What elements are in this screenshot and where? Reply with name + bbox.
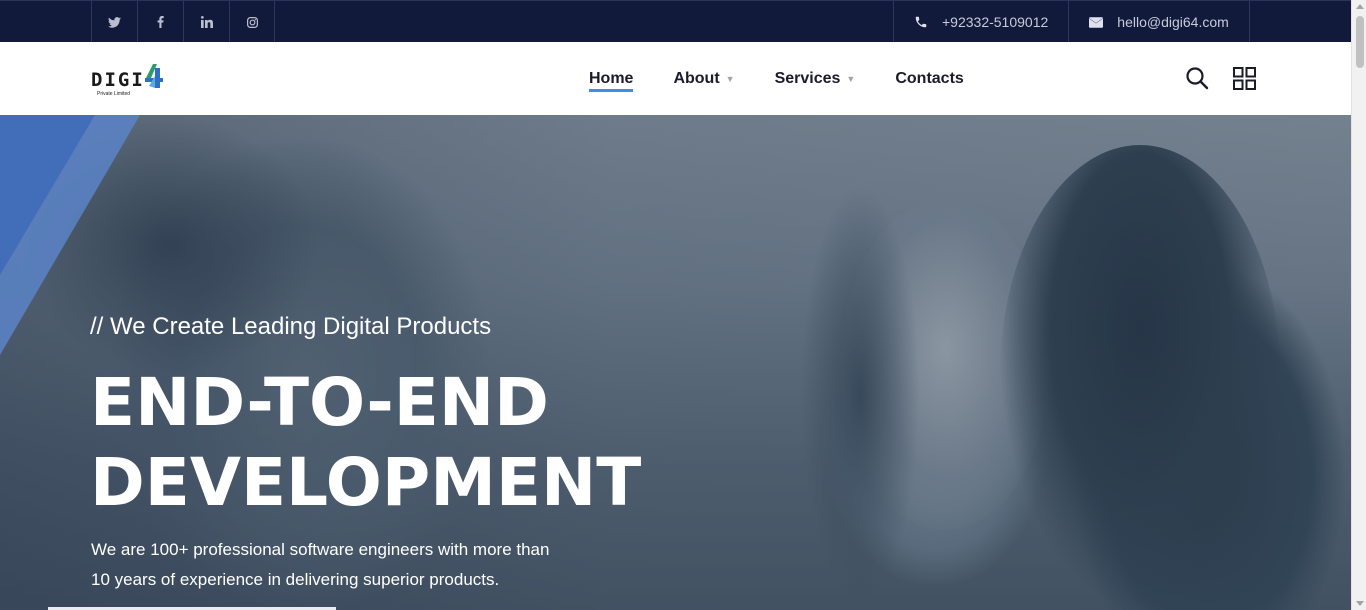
instagram-icon	[246, 16, 258, 28]
hero-section: // We Create Leading Digital Products EN…	[0, 115, 1351, 610]
nav-about[interactable]: About ▼	[673, 70, 734, 88]
nav-home[interactable]: Home	[589, 70, 633, 88]
twitter-link[interactable]	[91, 1, 137, 43]
phone-icon	[915, 16, 927, 28]
top-bar: +92332-5109012 hello@digi64.com	[0, 0, 1351, 43]
hero-description-line-2: 10 years of experience in delivering sup…	[91, 570, 500, 589]
hero-description-line-1: We are 100+ professional software engine…	[91, 540, 550, 559]
logo-text: DIGI	[91, 69, 145, 91]
hero-description: We are 100+ professional software engine…	[91, 535, 611, 595]
hero-title-line-1: END-TO-END	[90, 364, 549, 441]
logo[interactable]: DIGI Private Limited	[91, 62, 166, 98]
hero-subtitle: // We Create Leading Digital Products	[90, 313, 492, 340]
chevron-down-icon: ▼	[725, 73, 735, 84]
page: +92332-5109012 hello@digi64.com DIGI Pri…	[0, 0, 1366, 610]
nav-home-label: Home	[589, 69, 634, 87]
phone-link[interactable]: +92332-5109012	[893, 1, 1068, 43]
hero-title-line-2: DEVELOPMENT	[90, 444, 642, 521]
facebook-icon	[157, 16, 164, 28]
logo-subtitle: Private Limited	[97, 91, 131, 97]
nav-about-label: About	[673, 69, 720, 87]
email-link[interactable]: hello@digi64.com	[1068, 1, 1250, 43]
nav-contacts[interactable]: Contacts	[895, 70, 963, 88]
grid-menu-icon[interactable]	[1233, 67, 1256, 90]
main-nav: Home About ▼ Services ▼ Contacts	[589, 42, 1004, 115]
scroll-down-icon[interactable]	[1356, 601, 1364, 606]
nav-active-indicator	[589, 89, 633, 92]
linkedin-icon	[200, 16, 213, 28]
logo-mark-icon	[145, 64, 163, 88]
site-header: DIGI Private Limited Home About ▼ Servic…	[0, 42, 1351, 115]
nav-services-label: Services	[774, 69, 841, 87]
contact-info: +92332-5109012 hello@digi64.com	[893, 1, 1250, 43]
search-icon[interactable]	[1185, 66, 1209, 90]
nav-contacts-label: Contacts	[895, 69, 964, 87]
hero-title: END-TO-END DEVELOPMENT	[90, 363, 641, 523]
chevron-down-icon: ▼	[846, 73, 856, 84]
linkedin-link[interactable]	[183, 1, 229, 43]
nav-services[interactable]: Services ▼	[775, 70, 856, 88]
phone-number: +92332-5109012	[942, 14, 1049, 30]
envelope-icon	[1089, 16, 1104, 28]
social-links	[91, 1, 275, 43]
email-address: hello@digi64.com	[1117, 14, 1229, 30]
scroll-thumb[interactable]	[1356, 16, 1364, 68]
page-scrollbar[interactable]	[1351, 0, 1366, 610]
scroll-up-icon[interactable]	[1356, 4, 1364, 9]
facebook-link[interactable]	[137, 1, 183, 43]
twitter-icon	[108, 16, 121, 28]
instagram-link[interactable]	[229, 1, 275, 43]
